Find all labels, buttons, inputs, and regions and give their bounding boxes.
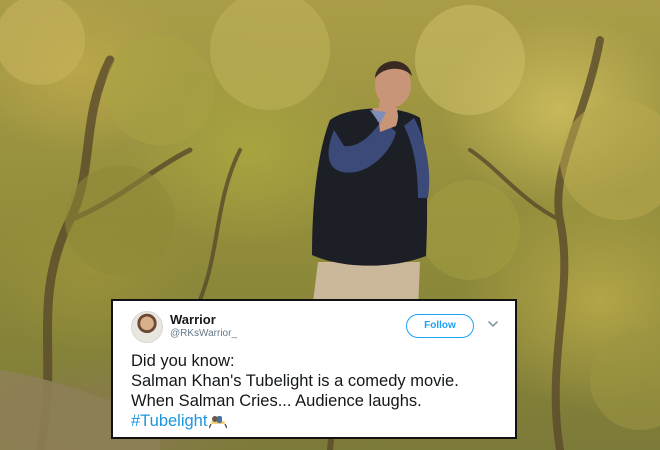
display-name[interactable]: Warrior <box>170 312 216 327</box>
hashtag-line: #Tubelight <box>131 411 511 431</box>
follow-button[interactable]: Follow <box>406 314 474 338</box>
tweet-line-3: When Salman Cries... Audience laughs. <box>131 392 422 410</box>
tweet-line-2: Salman Khan's Tubelight is a comedy movi… <box>131 372 459 390</box>
tweet-text: Did you know: Salman Khan's Tubelight is… <box>131 351 511 431</box>
tweet-card: Warrior @RKsWarrior_ Follow Did you know… <box>111 299 517 439</box>
chevron-down-icon[interactable] <box>487 318 499 330</box>
hashtag-link[interactable]: #Tubelight <box>131 412 207 430</box>
tweet-line-1: Did you know: <box>131 352 235 370</box>
person-figure <box>312 61 430 310</box>
avatar[interactable] <box>131 311 163 343</box>
hashtag-emoji-icon <box>209 416 228 429</box>
user-handle[interactable]: @RKsWarrior_ <box>170 328 237 339</box>
